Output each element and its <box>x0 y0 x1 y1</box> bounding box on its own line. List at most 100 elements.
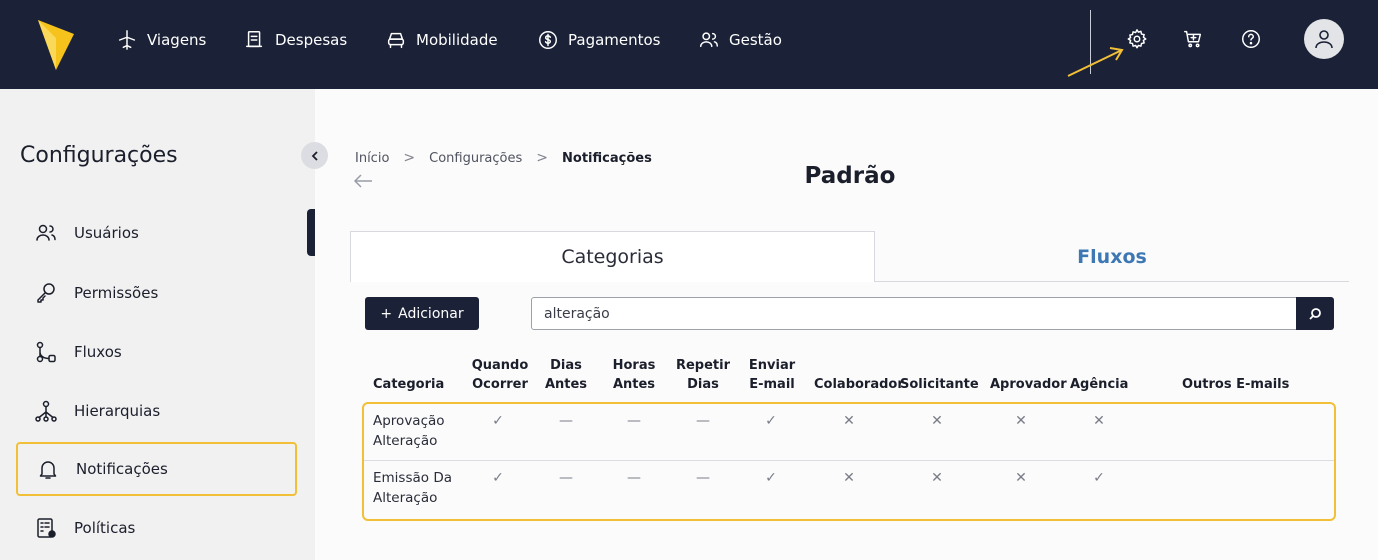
nav-pagamentos[interactable]: Pagamentos <box>537 0 661 80</box>
cell-aprovador: ✕ <box>1015 413 1027 429</box>
receipt-icon <box>246 31 263 48</box>
search-button[interactable] <box>1296 297 1334 330</box>
categoria-line: Alteração <box>373 490 438 506</box>
sidebar-item-label: Hierarquias <box>74 402 161 420</box>
table-row-categoria[interactable]: Aprovação Alteração <box>373 411 463 451</box>
cell-horas-antes: — <box>627 413 641 429</box>
header-line: Quando <box>471 358 529 373</box>
cell-repetir-dias: — <box>696 470 710 486</box>
header-line: Enviar <box>748 358 796 373</box>
sidebar-item-label: Notificações <box>76 460 168 478</box>
categoria-line: Aprovação <box>373 413 445 429</box>
dollar-circle-icon <box>539 31 557 49</box>
cell-solicitante: ✕ <box>931 470 943 486</box>
header-line: Horas <box>612 358 656 373</box>
policy-icon <box>37 518 56 538</box>
annotation-arrow-icon <box>1067 47 1124 77</box>
gear-icon <box>1127 29 1147 49</box>
categoria-line: Alteração <box>373 433 438 449</box>
cell-colaborador: ✕ <box>843 413 855 429</box>
cart-button[interactable] <box>1180 26 1206 52</box>
avatar-icon <box>1315 30 1333 49</box>
table-row-categoria[interactable]: Emissão Da Alteração <box>373 468 463 508</box>
sidebar-item-label: Políticas <box>74 519 136 537</box>
header-line: E-mail <box>749 377 795 392</box>
header-colaborador: Colaborador <box>814 377 904 392</box>
sidebar-item-label: Usuários <box>74 224 139 242</box>
car-icon <box>387 32 405 49</box>
header-horas-antes: Horas Antes <box>606 356 662 394</box>
header-line: Dias <box>550 358 582 373</box>
tab-fluxos[interactable]: Fluxos <box>875 231 1349 282</box>
help-button[interactable] <box>1238 26 1264 52</box>
page-title: Padrão <box>804 163 896 189</box>
header-agencia: Agência <box>1070 377 1129 392</box>
categoria-line: Emissão Da <box>373 470 452 486</box>
breadcrumb-separator: > <box>536 150 549 166</box>
hierarchy-icon <box>35 400 57 422</box>
key-icon <box>37 283 55 303</box>
cell-dias-antes: — <box>559 470 573 486</box>
tab-categorias[interactable]: Categorias <box>350 231 875 282</box>
sidebar-item-hierarquias[interactable]: Hierarquias <box>16 384 297 438</box>
header-line: Ocorrer <box>472 377 528 392</box>
back-button[interactable] <box>352 172 374 190</box>
sidebar-title: Configurações <box>20 143 178 168</box>
cell-dias-antes: — <box>559 413 573 429</box>
sidebar-item-notificacoes[interactable]: Notificações <box>16 442 297 496</box>
user-avatar[interactable] <box>1304 19 1344 59</box>
users-icon <box>700 32 718 48</box>
sidebar-item-label: Permissões <box>74 284 159 302</box>
cell-horas-antes: — <box>627 470 641 486</box>
header-enviar-email: Enviar E-mail <box>742 356 802 394</box>
sidebar-item-politicas[interactable]: Políticas <box>16 501 297 555</box>
cart-icon <box>1184 30 1202 48</box>
cell-quando-ocorrer: ✓ <box>492 470 504 486</box>
header-aprovador: Aprovador <box>990 377 1067 392</box>
nav-mobilidade[interactable]: Mobilidade <box>385 0 498 80</box>
users-icon <box>36 224 56 241</box>
breadcrumb-separator: > <box>403 150 416 166</box>
cell-repetir-dias: — <box>696 413 710 429</box>
sidebar-item-permissoes[interactable]: Permissões <box>16 266 297 320</box>
sidebar-item-usuarios[interactable]: Usuários <box>16 206 297 260</box>
nav-viagens[interactable]: Viagens <box>116 0 206 80</box>
header-line: Antes <box>612 377 656 392</box>
cell-solicitante: ✕ <box>931 413 943 429</box>
breadcrumb-notificacoes: Notificações <box>562 150 652 166</box>
header-categoria: Categoria <box>373 377 445 392</box>
header-dias-antes: Dias Antes <box>540 356 592 394</box>
header-repetir-dias: Repetir Dias <box>672 356 734 394</box>
header-line: Dias <box>687 377 719 392</box>
breadcrumb: Início > Configurações > Notificações <box>355 150 652 166</box>
nav-gestao-label: Gestão <box>729 31 782 49</box>
help-icon <box>1242 30 1260 48</box>
breadcrumb-inicio[interactable]: Início <box>355 151 389 166</box>
logo-icon[interactable] <box>36 16 76 72</box>
cell-colaborador: ✕ <box>843 470 855 486</box>
nav-viagens-label: Viagens <box>147 31 207 49</box>
chevron-left-icon <box>311 150 318 161</box>
search-icon <box>1309 307 1321 320</box>
sidebar-item-fluxos[interactable]: Fluxos <box>16 325 297 379</box>
bell-icon <box>39 461 57 479</box>
header-outros-emails: Outros E-mails <box>1182 377 1290 392</box>
header-line: Antes <box>544 377 588 392</box>
nav-despesas-label: Despesas <box>275 31 348 49</box>
top-navbar: Viagens Despesas Mobilidade Pagamentos G… <box>0 0 1378 89</box>
nav-despesas[interactable]: Despesas <box>244 0 347 80</box>
collapse-sidebar-button[interactable] <box>301 142 328 169</box>
add-button[interactable]: + Adicionar <box>365 297 479 330</box>
breadcrumb-configuracoes[interactable]: Configurações <box>429 151 522 166</box>
cell-agencia: ✓ <box>1093 470 1105 486</box>
arrow-left-icon <box>353 174 372 188</box>
add-button-label: Adicionar <box>398 305 464 322</box>
nav-mobilidade-label: Mobilidade <box>416 31 498 49</box>
search-input[interactable] <box>531 297 1297 330</box>
nav-gestao[interactable]: Gestão <box>698 0 782 80</box>
cell-enviar-email: ✓ <box>765 413 777 429</box>
cell-quando-ocorrer: ✓ <box>492 413 504 429</box>
row-divider <box>364 460 1334 461</box>
plane-icon <box>118 30 136 50</box>
sidebar-item-label: Fluxos <box>74 343 122 361</box>
